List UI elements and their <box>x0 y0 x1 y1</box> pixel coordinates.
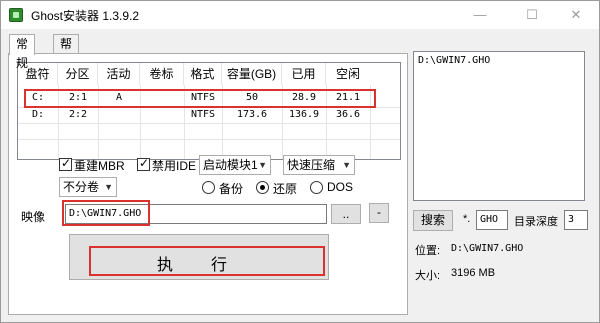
window-title: Ghost安装器 1.3.9.2 <box>31 9 140 23</box>
depth-input[interactable]: 3 <box>564 210 588 230</box>
cell-partition: 2:2 <box>68 109 88 120</box>
chevron-down-icon: ▼ <box>258 160 267 170</box>
cell-capacity: 173.6 <box>236 109 268 120</box>
tab-help[interactable]: 帮助 <box>53 34 80 70</box>
rebuild-mbr-label: 重建MBR <box>74 159 125 173</box>
restore-radio[interactable] <box>256 181 269 194</box>
search-button[interactable]: 搜索 <box>413 210 453 231</box>
disable-ide-label: 禁用IDE <box>152 159 197 173</box>
dos-radio[interactable] <box>310 181 323 194</box>
cell-used: 136.9 <box>288 109 320 120</box>
backup-label: 备份 <box>219 182 244 196</box>
restore-label: 还原 <box>273 182 298 196</box>
cell-format: NTFS <box>190 109 216 120</box>
compression-value: 快速压缩 <box>287 158 336 172</box>
column-header[interactable]: 已用 <box>282 63 326 85</box>
app-window: Ghost安装器 1.3.9.2 — ☐ ✕ 常规 帮助 盘符 分区 活动 卷标… <box>0 0 600 323</box>
column-header[interactable]: 卷标 <box>140 63 184 85</box>
extension-input[interactable]: GHO <box>476 210 508 230</box>
image-file-list[interactable]: D:\GWIN7.GHO <box>413 51 585 201</box>
dos-label: DOS <box>327 180 354 194</box>
execute-label: 执 行 <box>157 257 230 274</box>
split-value: 不分卷 <box>63 180 100 194</box>
boot-module-value: 启动模块1 <box>203 158 258 172</box>
minimize-button[interactable]: — <box>457 1 503 29</box>
list-item[interactable]: D:\GWIN7.GHO <box>418 55 580 66</box>
table-row[interactable]: D: 2:2 NTFS 173.6 136.9 36.6 <box>18 107 400 123</box>
close-button[interactable]: ✕ <box>553 1 599 29</box>
compression-select[interactable]: 快速压缩 ▼ <box>283 155 355 175</box>
maximize-button[interactable]: ☐ <box>509 1 555 29</box>
ghost-app-icon <box>9 8 23 22</box>
column-header[interactable]: 空闲 <box>326 63 370 85</box>
grid-line <box>18 139 400 140</box>
column-header[interactable]: 活动 <box>98 63 140 85</box>
column-header[interactable]: 分区 <box>58 63 98 85</box>
split-select[interactable]: 不分卷 ▼ <box>59 177 117 197</box>
remove-button[interactable]: - <box>369 203 389 223</box>
depth-label: 目录深度 <box>514 216 558 228</box>
backup-radio[interactable] <box>202 181 215 194</box>
disable-ide-checkbox[interactable] <box>137 156 150 171</box>
selected-row-highlight <box>24 89 376 108</box>
cell-label <box>140 107 184 123</box>
location-label: 位置: <box>415 245 441 257</box>
browse-button[interactable]: .. <box>331 204 361 224</box>
rebuild-mbr-checkbox[interactable] <box>59 156 72 171</box>
tab-general[interactable]: 常规 <box>9 34 36 70</box>
cell-drive: D: <box>31 109 45 120</box>
grid-line <box>18 123 400 124</box>
column-header[interactable]: 格式 <box>184 63 222 85</box>
location-value: D:\GWIN7.GHO <box>451 243 524 254</box>
cell-active <box>98 107 140 123</box>
image-path-highlight <box>62 200 150 226</box>
size-value: 3196 MB <box>451 267 496 279</box>
chevron-down-icon: ▼ <box>104 182 113 192</box>
column-header[interactable]: 容量(GB) <box>222 63 282 85</box>
table-header: 盘符 分区 活动 卷标 格式 容量(GB) 已用 空闲 <box>18 63 400 85</box>
cell-free: 36.6 <box>335 109 361 120</box>
ext-prefix-label: *. <box>463 213 471 225</box>
chevron-down-icon: ▼ <box>342 160 351 170</box>
boot-module-select[interactable]: 启动模块1 ▼ <box>199 155 271 175</box>
title-bar[interactable]: Ghost安装器 1.3.9.2 — ☐ ✕ <box>1 1 599 29</box>
general-panel: 盘符 分区 活动 卷标 格式 容量(GB) 已用 空闲 C: 2:1 A NTF… <box>8 53 408 315</box>
size-label: 大小: <box>415 270 441 282</box>
image-label: 映像 <box>21 210 46 224</box>
partition-table[interactable]: 盘符 分区 活动 卷标 格式 容量(GB) 已用 空闲 C: 2:1 A NTF… <box>17 62 401 160</box>
